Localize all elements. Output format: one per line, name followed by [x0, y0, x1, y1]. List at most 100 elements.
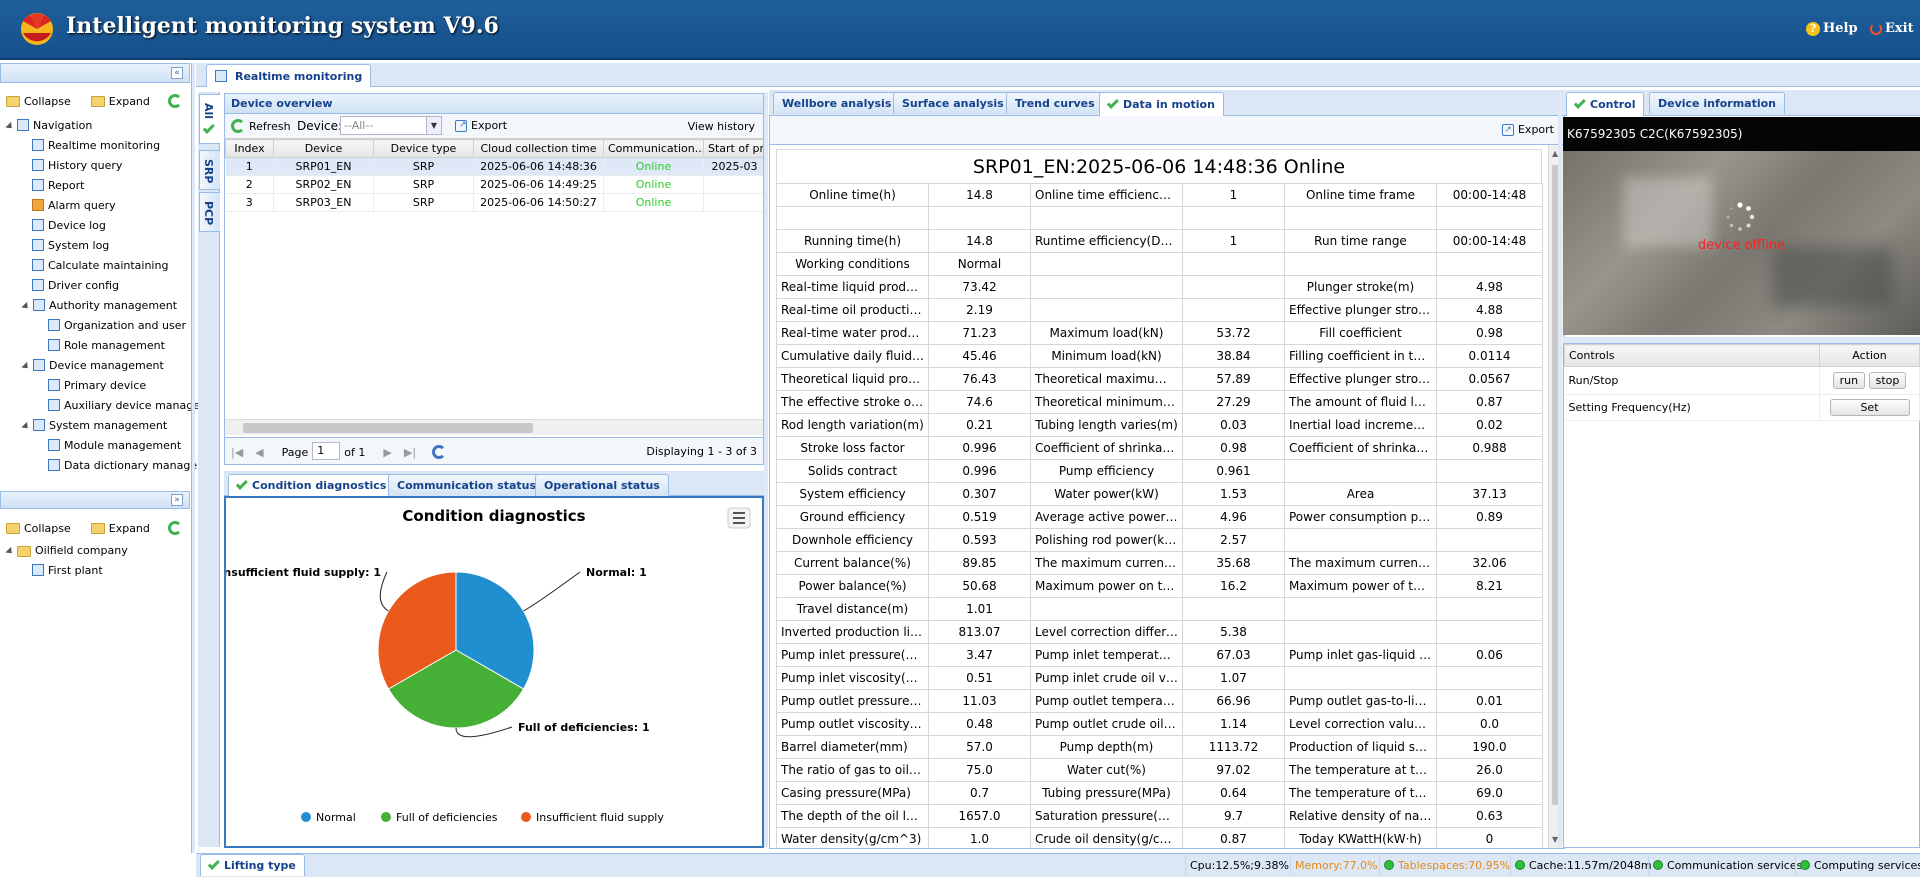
tab-data-in-motion[interactable]: Data in motion — [1099, 92, 1224, 116]
table-cell-value — [1436, 620, 1543, 644]
col-device[interactable]: Device — [273, 139, 374, 158]
table-cell-value: Normal — [928, 252, 1031, 276]
legend-marker[interactable] — [521, 812, 531, 822]
table-cell-value — [1436, 597, 1543, 621]
scrollbar-thumb[interactable] — [243, 423, 533, 433]
report-icon — [32, 179, 44, 191]
refresh-icon[interactable] — [167, 521, 182, 535]
analysis-export-button[interactable]: ↗ Export — [1501, 123, 1554, 136]
tab-trend-curves[interactable]: Trend curves — [1006, 92, 1104, 114]
nav-item-organization[interactable]: Organization and user — [6, 316, 191, 336]
nav-collapse-button[interactable]: Collapse — [24, 95, 71, 108]
col-index[interactable]: Index — [225, 139, 274, 158]
nav-item-history[interactable]: History query — [6, 156, 191, 176]
collapse-left-icon[interactable]: « — [171, 67, 183, 79]
horizontal-scrollbar[interactable] — [225, 419, 763, 435]
collapse-down-icon[interactable]: » — [171, 494, 183, 506]
memory-status: Memory:77.0% — [1290, 855, 1382, 875]
nav-item-device-log[interactable]: Device log — [6, 216, 191, 236]
tree-node-system-mgmt[interactable]: System management — [6, 416, 191, 436]
device-select[interactable]: --All-- ▼ — [340, 116, 442, 135]
org-expand-button[interactable]: Expand — [109, 522, 150, 535]
next-page-icon[interactable]: ▶ — [383, 446, 391, 459]
prev-page-icon[interactable]: ◀ — [255, 446, 263, 459]
right-splitter[interactable] — [1558, 92, 1562, 847]
view-history-button[interactable]: View history — [688, 120, 755, 133]
run-button[interactable]: run — [1832, 372, 1866, 389]
tab-lifting-type[interactable]: Lifting type — [200, 854, 305, 876]
table-cell-value: 57.0 — [928, 735, 1031, 759]
table-row: Current balance(%) 89.85 The maximum curre… — [776, 551, 1543, 575]
nav-item-role[interactable]: Role management — [6, 336, 191, 356]
table-row[interactable]: 1 SRP01_EN SRP 2025-06-06 14:48:36 Online 202… — [225, 157, 763, 176]
col-communication[interactable]: Communication... — [603, 139, 704, 158]
tab-communication-status[interactable]: Communication status — [388, 474, 546, 496]
chart-menu-icon[interactable] — [727, 507, 751, 529]
tree-node-oilfield[interactable]: Oilfield company — [5, 541, 191, 561]
col-controls: Controls — [1564, 344, 1820, 367]
tree-node-first-plant[interactable]: First plant — [6, 561, 191, 581]
refresh-icon[interactable] — [432, 445, 447, 459]
nav-item-realtime[interactable]: Realtime monitoring — [6, 136, 191, 156]
tab-operational-status[interactable]: Operational status — [535, 474, 669, 496]
exit-button[interactable]: Exit — [1870, 21, 1914, 36]
nav-item-system-log[interactable]: System log — [6, 236, 191, 256]
tab-realtime-monitoring[interactable]: Realtime monitoring — [206, 64, 372, 87]
nav-item-auxiliary-device[interactable]: Auxiliary device managen — [6, 396, 207, 416]
tab-wellbore-analysis[interactable]: Wellbore analysis — [773, 92, 901, 114]
table-cell-value: 38.84 — [1182, 344, 1285, 368]
col-collection-time[interactable]: Cloud collection time — [473, 139, 604, 158]
export-button[interactable]: ↗ Export — [455, 119, 507, 132]
video-view[interactable]: K67592305 C2C(K67592305) device offline — [1563, 117, 1920, 335]
tab-surface-analysis[interactable]: Surface analysis — [893, 92, 1013, 114]
nav-item-calculate[interactable]: Calculate maintaining — [6, 256, 191, 276]
legend-item[interactable]: Normal — [316, 811, 356, 824]
table-cell-value — [1182, 275, 1285, 299]
left-splitter[interactable] — [191, 63, 195, 853]
help-button[interactable]: ? Help — [1806, 21, 1858, 36]
org-collapse-button[interactable]: Collapse — [24, 522, 71, 535]
tab-device-information[interactable]: Device information — [1649, 92, 1786, 114]
first-page-icon[interactable]: |◀ — [231, 446, 243, 459]
side-tab-pcp[interactable]: PCP — [199, 192, 220, 232]
set-frequency-button[interactable]: Set — [1829, 399, 1910, 416]
col-device-type[interactable]: Device type — [373, 139, 474, 158]
col-start[interactable]: Start of pro — [703, 139, 763, 158]
last-page-icon[interactable]: ▶| — [404, 446, 416, 459]
middle-splitter[interactable] — [764, 92, 768, 847]
expand-arrow-icon — [21, 361, 31, 372]
nav-item-driver[interactable]: Driver config — [6, 276, 191, 296]
legend-marker[interactable] — [301, 812, 311, 822]
folder-open-icon — [90, 522, 105, 534]
stop-button[interactable]: stop — [1868, 372, 1907, 389]
table-cell-label: Pump inlet viscosity(m... — [776, 666, 929, 690]
tree-node-navigation[interactable]: Navigation — [5, 116, 191, 136]
table-cell-value: 0.961 — [1182, 459, 1285, 483]
legend-item[interactable]: Insufficient fluid supply — [536, 811, 664, 824]
page-input[interactable]: 1 — [312, 442, 341, 460]
table-cell-value: 67.03 — [1182, 643, 1285, 667]
table-cell-value: 0.03 — [1182, 413, 1285, 437]
nav-item-module[interactable]: Module management — [6, 436, 191, 456]
refresh-icon[interactable] — [167, 94, 182, 108]
table-cell-label: The ratio of gas to oil(... — [776, 758, 929, 782]
tree-node-authority[interactable]: Authority management — [6, 296, 191, 316]
nav-item-report[interactable]: Report — [6, 176, 191, 196]
table-row[interactable]: 2 SRP02_EN SRP 2025-06-06 14:49:25 Online — [225, 175, 763, 194]
table-row[interactable]: 3 SRP03_EN SRP 2025-06-06 14:50:27 Online — [225, 193, 763, 212]
side-tab-srp[interactable]: SRP — [199, 150, 220, 190]
cache-status: Cache:11.57m/2048m — [1510, 855, 1656, 875]
check-icon — [202, 121, 215, 134]
legend-item[interactable]: Full of deficiencies — [396, 811, 498, 824]
legend-marker[interactable] — [381, 812, 391, 822]
tab-control[interactable]: Control — [1566, 92, 1645, 116]
nav-item-dictionary[interactable]: Data dictionary managem — [6, 456, 208, 476]
nav-item-primary-device[interactable]: Primary device — [6, 376, 191, 396]
nav-expand-button[interactable]: Expand — [109, 95, 150, 108]
tab-condition-diagnostics[interactable]: Condition diagnostics — [228, 474, 396, 496]
tree-node-device-mgmt[interactable]: Device management — [6, 356, 191, 376]
side-tab-all[interactable]: All — [199, 94, 220, 144]
refresh-button[interactable]: Refresh — [231, 119, 291, 133]
folder-icon — [6, 522, 20, 534]
nav-item-alarm[interactable]: Alarm query — [6, 196, 191, 216]
